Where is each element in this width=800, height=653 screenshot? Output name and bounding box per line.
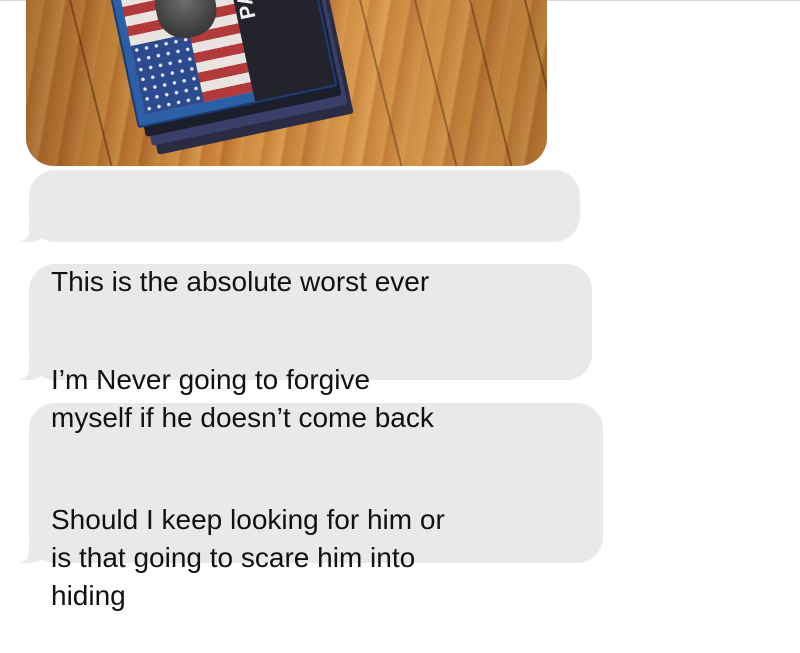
bubble-tail [12,541,46,563]
message-bubble[interactable]: This is the absolute worst ever [12,170,580,297]
message-text: This is the absolute worst ever [51,266,430,297]
bubble-tail [12,220,46,242]
message-text: I’m Never going to forgive myself if he … [51,364,434,433]
message-thread: PATTON This is the absolute worst ever I… [0,0,800,611]
photo-attachment[interactable]: PATTON [26,0,547,166]
message-text: Should I keep looking for him or is that… [51,504,445,611]
bubble-tail [12,358,46,380]
